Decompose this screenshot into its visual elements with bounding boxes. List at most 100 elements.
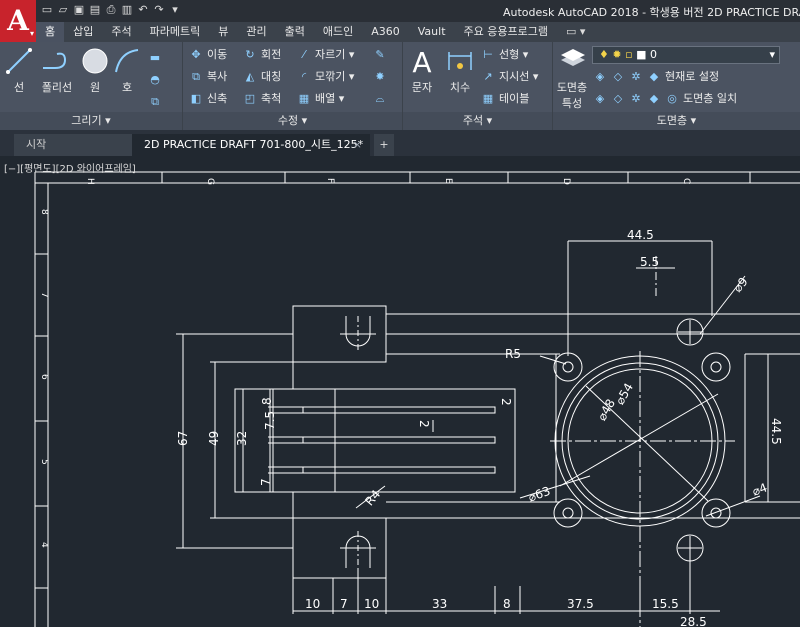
layer-freeze-icon[interactable]: ✲ — [629, 67, 643, 87]
rotate-icon: ↻ — [245, 48, 255, 61]
linear-dim-icon: ⊢ — [483, 48, 493, 61]
text-tool[interactable]: A 문자 — [405, 46, 439, 95]
leader-tool[interactable]: ↗ 지시선 ▾ — [481, 67, 538, 87]
layer-isolate-icon[interactable]: ◇ — [611, 67, 625, 87]
trim-label: 자르기 ▾ — [315, 48, 355, 61]
explode-tool[interactable]: ✸ — [373, 67, 387, 87]
scale-tool[interactable]: ◰ 축척 — [243, 89, 281, 109]
customize-qat-icon[interactable]: ▾ — [168, 3, 182, 17]
drawing-canvas[interactable]: H G F E D C 8 7 6 5 4 44.5 5.5 ⌀9 R5 ⌀54… — [0, 156, 800, 627]
fillet-icon: ◜ — [301, 70, 307, 83]
zone-letter-c: C — [681, 178, 691, 184]
layer-walk-icon[interactable]: ✲ — [629, 89, 643, 109]
set-current-icon[interactable]: ◆ — [647, 67, 661, 87]
tab-featured-apps[interactable]: 주요 응용프로그램 — [455, 22, 557, 42]
layer-dropdown[interactable]: ♦ ✹ ▫ ■ 0 ▾ — [592, 46, 780, 64]
stretch-tool[interactable]: ◧ 신축 — [189, 89, 227, 109]
tab-home[interactable]: 홈 — [36, 22, 65, 42]
zone-letter-e: E — [443, 178, 453, 184]
line-tool[interactable]: 선 — [4, 46, 34, 95]
chevron-down-icon: ▾ — [769, 48, 775, 61]
arc-icon — [115, 49, 139, 73]
new-file-icon[interactable]: ▭ — [40, 3, 54, 17]
tab-view[interactable]: 뷰 — [209, 22, 237, 42]
tab-camera-toggle[interactable]: ▭ ▾ — [557, 22, 594, 42]
tab-parametric[interactable]: 파라메트릭 — [141, 22, 210, 42]
offset-tool[interactable]: ⌓ — [373, 89, 387, 109]
tab-drawing-label: 2D PRACTICE DRAFT 701-800_시트_125* — [144, 138, 364, 151]
close-icon[interactable]: × — [353, 134, 362, 156]
zone-letter-h: H — [85, 178, 95, 185]
layer-change-icon[interactable]: ◆ — [647, 89, 661, 109]
hatch-tool[interactable]: ◓ — [148, 70, 162, 90]
print-icon[interactable]: ▥ — [120, 3, 134, 17]
mirror-tool[interactable]: ◭ 대칭 — [243, 67, 281, 87]
tab-insert[interactable]: 삽입 — [64, 22, 102, 42]
rectangle-icon: ▬ — [149, 51, 161, 64]
open-folder-icon[interactable]: ▱ — [56, 3, 70, 17]
viewport-controls[interactable]: [−][평면도][2D 와이어프레임] — [4, 160, 136, 175]
circle-tool[interactable]: 원 — [80, 46, 110, 95]
table-tool[interactable]: ▦ 테이블 — [481, 89, 530, 109]
layer-off-icon[interactable]: ◈ — [593, 67, 607, 87]
dim-dia-9: ⌀9 — [730, 275, 750, 295]
dimension-tool[interactable]: 치수 — [443, 46, 477, 95]
tab-output[interactable]: 출력 — [276, 22, 314, 42]
redo-icon[interactable]: ↷ — [152, 3, 166, 17]
zone-number-4: 4 — [39, 542, 49, 548]
rotate-tool[interactable]: ↻ 회전 — [243, 45, 281, 65]
rectangle-tool[interactable]: ▬ — [148, 48, 162, 68]
dim-67: 67 — [176, 431, 190, 446]
document-tabs: 시작 2D PRACTICE DRAFT 701-800_시트_125* × + — [0, 130, 800, 156]
tab-annotate[interactable]: 주석 — [102, 22, 140, 42]
erase-tool[interactable]: ✎ — [373, 45, 387, 65]
set-current-label[interactable]: 현재로 설정 — [665, 67, 719, 87]
layer-lock-icon[interactable]: ◈ — [593, 89, 607, 109]
line-label: 선 — [13, 81, 25, 94]
arc-tool[interactable]: 호 — [112, 46, 142, 95]
save-icon[interactable]: ▣ — [72, 3, 86, 17]
dim-r5: R5 — [505, 347, 521, 361]
dim-b10a: 10 — [305, 597, 320, 611]
tab-vault[interactable]: Vault — [409, 22, 455, 42]
scale-icon: ◰ — [244, 92, 256, 105]
tab-start[interactable]: 시작 — [14, 134, 132, 156]
modify-panel-title[interactable]: 수정 ▾ — [183, 112, 402, 130]
chevron-down-icon: ▾ — [29, 29, 34, 38]
autocad-logo-icon: A — [7, 4, 29, 37]
match-layer-icon[interactable]: ◎ — [665, 89, 679, 109]
match-layer-label[interactable]: 도면층 일치 — [683, 89, 737, 109]
svg-text:A: A — [412, 46, 431, 76]
tab-drawing[interactable]: 2D PRACTICE DRAFT 701-800_시트_125* × — [132, 134, 370, 156]
linear-dim-tool[interactable]: ⊢ 선형 ▾ — [481, 45, 528, 65]
undo-icon[interactable]: ↶ — [136, 3, 150, 17]
drawing-viewport[interactable]: H G F E D C 8 7 6 5 4 44.5 5.5 ⌀9 R5 ⌀54… — [0, 156, 800, 627]
tab-a360[interactable]: A360 — [362, 22, 409, 42]
trim-tool[interactable]: ⁄ 자르기 ▾ — [297, 45, 354, 65]
save-as-icon[interactable]: ▤ — [88, 3, 102, 17]
move-tool[interactable]: ✥ 이동 — [189, 45, 227, 65]
layer-unlock-icon[interactable]: ◇ — [611, 89, 625, 109]
plot-icon[interactable]: ⎙ — [104, 3, 118, 17]
dim-b33: 33 — [432, 597, 447, 611]
fillet-tool[interactable]: ◜ 모깎기 ▾ — [297, 67, 355, 87]
annotation-panel-title[interactable]: 주석 ▾ — [403, 112, 552, 130]
mirror-label: 대칭 — [261, 70, 282, 83]
layer-stack-icon — [561, 49, 585, 66]
array-tool[interactable]: ▦ 배열 ▾ — [297, 89, 344, 109]
draw-panel-title[interactable]: 그리기 ▾ — [0, 112, 182, 130]
new-tab-button[interactable]: + — [374, 134, 394, 156]
copy-tool[interactable]: ⧉ 복사 — [189, 67, 227, 87]
text-icon: A — [412, 46, 431, 76]
boundary-tool[interactable]: ⧉ — [148, 92, 162, 112]
layer-tools-row2: ◈ ◇ ✲ ◆ ◎ 도면층 일치 — [593, 89, 737, 109]
tab-addins[interactable]: 애드인 — [314, 22, 362, 42]
dim-44-5-side: 44.5 — [769, 418, 783, 445]
layer-props-line1: 도면층 — [556, 81, 588, 94]
tab-manage[interactable]: 관리 — [237, 22, 275, 42]
layer-properties-tool[interactable]: 도면층 특성 — [555, 46, 589, 111]
dim-2a: 2 — [499, 398, 513, 406]
application-menu-button[interactable]: A ▾ — [0, 0, 36, 42]
polyline-tool[interactable]: 폴리선 — [36, 46, 78, 95]
layer-panel-title[interactable]: 도면층 ▾ — [553, 112, 800, 130]
